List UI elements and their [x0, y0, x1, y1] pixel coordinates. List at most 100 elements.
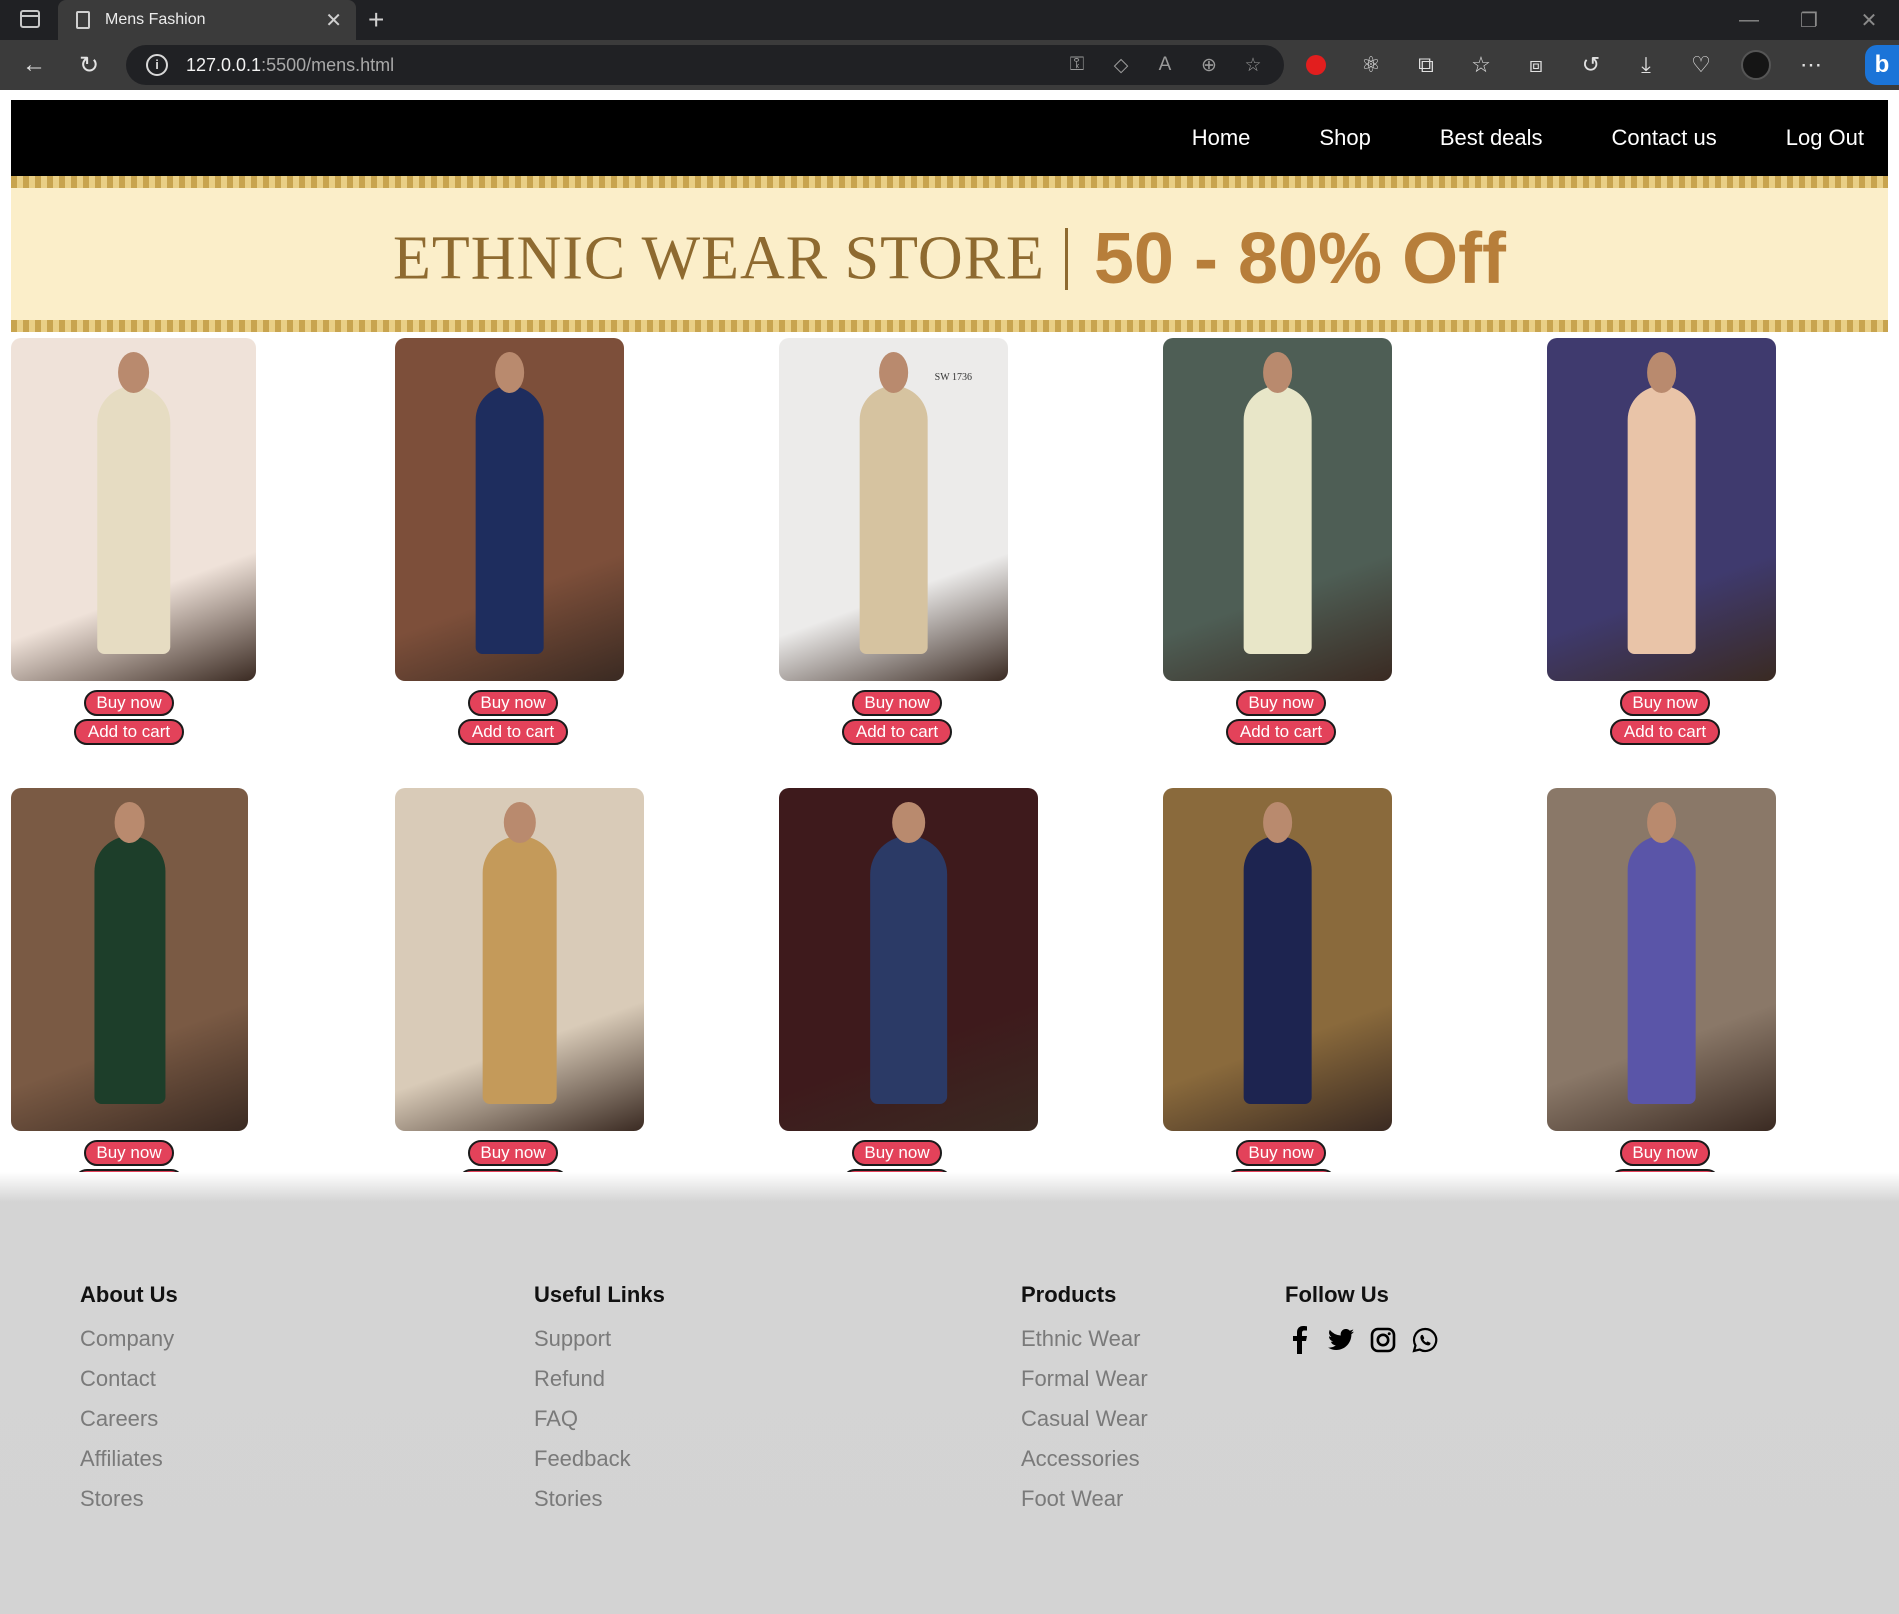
- product-image[interactable]: [1547, 338, 1776, 681]
- footer-heading: Useful Links: [534, 1282, 665, 1307]
- buy-now-button[interactable]: Buy now: [852, 690, 942, 716]
- buy-now-button[interactable]: Buy now: [84, 690, 174, 716]
- add-to-cart-button[interactable]: Add to cart: [458, 719, 568, 745]
- model-head: [1262, 351, 1293, 393]
- collections-icon[interactable]: ⧈: [1520, 47, 1552, 83]
- bing-copilot-icon[interactable]: b: [1865, 45, 1899, 85]
- add-to-cart-button[interactable]: Add to cart: [74, 719, 184, 745]
- footer-products: Products Ethnic Wear Formal Wear Casual …: [1021, 1282, 1148, 1526]
- address-bar[interactable]: i 127.0.0.1:5500/mens.html ⚿ ◇ A ⊕ ☆: [126, 45, 1284, 85]
- product-image[interactable]: SW 1736: [779, 338, 1008, 681]
- footer-link-refund[interactable]: Refund: [534, 1366, 665, 1406]
- buy-now-button[interactable]: Buy now: [468, 690, 558, 716]
- product-image[interactable]: [11, 788, 248, 1131]
- product-image[interactable]: [395, 338, 624, 681]
- buy-now-button[interactable]: Buy now: [852, 1140, 942, 1166]
- product-image[interactable]: [395, 788, 644, 1131]
- page-icon: [76, 11, 90, 29]
- key-icon[interactable]: ⚿: [1064, 52, 1090, 78]
- model-head: [1646, 801, 1677, 843]
- url-text[interactable]: 127.0.0.1:5500/mens.html: [186, 55, 394, 76]
- facebook-icon[interactable]: [1285, 1326, 1313, 1354]
- model-figure: [1243, 836, 1312, 1104]
- footer-link-foot-wear[interactable]: Foot Wear: [1021, 1486, 1148, 1526]
- footer-link-faq[interactable]: FAQ: [534, 1406, 665, 1446]
- tab-actions-icon[interactable]: [20, 10, 40, 28]
- add-to-cart-button[interactable]: Add to cart: [842, 719, 952, 745]
- model-head: [494, 351, 525, 393]
- browser-tab[interactable]: Mens Fashion ✕: [58, 0, 356, 40]
- read-aloud-icon[interactable]: A: [1152, 52, 1178, 78]
- back-icon[interactable]: ←: [18, 49, 50, 81]
- footer-link-ethnic-wear[interactable]: Ethnic Wear: [1021, 1326, 1148, 1366]
- restore-icon[interactable]: ❐: [1779, 0, 1839, 40]
- tag-icon[interactable]: ◇: [1108, 52, 1134, 78]
- browser-essentials-icon[interactable]: ♡: [1685, 47, 1717, 83]
- footer-useful-links: Useful Links Support Refund FAQ Feedback…: [534, 1282, 665, 1526]
- nav-log-out[interactable]: Log Out: [1786, 125, 1864, 151]
- navbar: Home Shop Best deals Contact us Log Out: [11, 100, 1888, 176]
- footer-link-accessories[interactable]: Accessories: [1021, 1446, 1148, 1486]
- buy-now-button[interactable]: Buy now: [1236, 690, 1326, 716]
- model-head: [891, 801, 926, 843]
- history-icon[interactable]: ↺: [1575, 47, 1607, 83]
- site-info-icon[interactable]: i: [146, 54, 168, 76]
- window-controls: — ❐ ✕: [1719, 0, 1899, 40]
- buy-now-button[interactable]: Buy now: [1620, 690, 1710, 716]
- downloads-icon[interactable]: ⤓: [1630, 47, 1662, 83]
- product-image[interactable]: [779, 788, 1038, 1131]
- react-devtools-icon[interactable]: ⚛: [1355, 47, 1387, 83]
- model-figure: [859, 386, 928, 654]
- buy-now-button[interactable]: Buy now: [1236, 1140, 1326, 1166]
- social-icons: [1285, 1326, 1439, 1354]
- buy-now-button[interactable]: Buy now: [1620, 1140, 1710, 1166]
- product-image[interactable]: [1163, 338, 1392, 681]
- product-image[interactable]: [11, 338, 256, 681]
- nav-contact-us[interactable]: Contact us: [1612, 125, 1717, 151]
- footer-heading: Follow Us: [1285, 1282, 1389, 1307]
- footer-link-affiliates[interactable]: Affiliates: [80, 1446, 178, 1486]
- favorites-icon[interactable]: ☆: [1465, 47, 1497, 83]
- zoom-icon[interactable]: ⊕: [1196, 52, 1222, 78]
- footer-heading: About Us: [80, 1282, 178, 1307]
- browser-toolbar: ← ↻ i 127.0.0.1:5500/mens.html ⚿ ◇ A ⊕ ☆…: [0, 40, 1899, 90]
- image-watermark: SW 1736: [934, 372, 972, 383]
- footer-link-stories[interactable]: Stories: [534, 1486, 665, 1526]
- footer-link-contact[interactable]: Contact: [80, 1366, 178, 1406]
- footer-link-careers[interactable]: Careers: [80, 1406, 178, 1446]
- extensions-icon[interactable]: ⧉: [1410, 47, 1442, 83]
- banner-border: [11, 320, 1888, 332]
- buy-now-button[interactable]: Buy now: [84, 1140, 174, 1166]
- refresh-icon[interactable]: ↻: [73, 49, 105, 81]
- nav-best-deals[interactable]: Best deals: [1440, 125, 1543, 151]
- extension-red-icon[interactable]: [1300, 47, 1332, 83]
- minimize-icon[interactable]: —: [1719, 0, 1779, 40]
- add-favorite-icon[interactable]: ☆: [1240, 52, 1266, 78]
- profile-avatar[interactable]: [1740, 47, 1772, 83]
- add-to-cart-button[interactable]: Add to cart: [1226, 719, 1336, 745]
- footer-link-support[interactable]: Support: [534, 1326, 665, 1366]
- more-icon[interactable]: ⋯: [1795, 47, 1827, 83]
- model-head: [503, 801, 536, 843]
- nav-shop[interactable]: Shop: [1319, 125, 1370, 151]
- close-tab-icon[interactable]: ✕: [325, 8, 342, 33]
- close-window-icon[interactable]: ✕: [1839, 0, 1899, 40]
- twitter-icon[interactable]: [1327, 1326, 1355, 1354]
- product-image[interactable]: [1163, 788, 1392, 1131]
- footer-follow: Follow Us: [1285, 1282, 1439, 1354]
- whatsapp-icon[interactable]: [1411, 1326, 1439, 1354]
- nav-home[interactable]: Home: [1192, 125, 1251, 151]
- add-to-cart-button[interactable]: Add to cart: [1610, 719, 1720, 745]
- footer-link-formal-wear[interactable]: Formal Wear: [1021, 1366, 1148, 1406]
- footer-link-casual-wear[interactable]: Casual Wear: [1021, 1406, 1148, 1446]
- buy-now-button[interactable]: Buy now: [468, 1140, 558, 1166]
- model-figure: [96, 386, 171, 654]
- footer-link-feedback[interactable]: Feedback: [534, 1446, 665, 1486]
- model-head: [1646, 351, 1677, 393]
- browser-titlebar: Mens Fashion ✕ + — ❐ ✕: [0, 0, 1899, 40]
- new-tab-icon[interactable]: +: [368, 4, 384, 36]
- instagram-icon[interactable]: [1369, 1326, 1397, 1354]
- footer-link-stores[interactable]: Stores: [80, 1486, 178, 1526]
- product-image[interactable]: [1547, 788, 1776, 1131]
- footer-link-company[interactable]: Company: [80, 1326, 178, 1366]
